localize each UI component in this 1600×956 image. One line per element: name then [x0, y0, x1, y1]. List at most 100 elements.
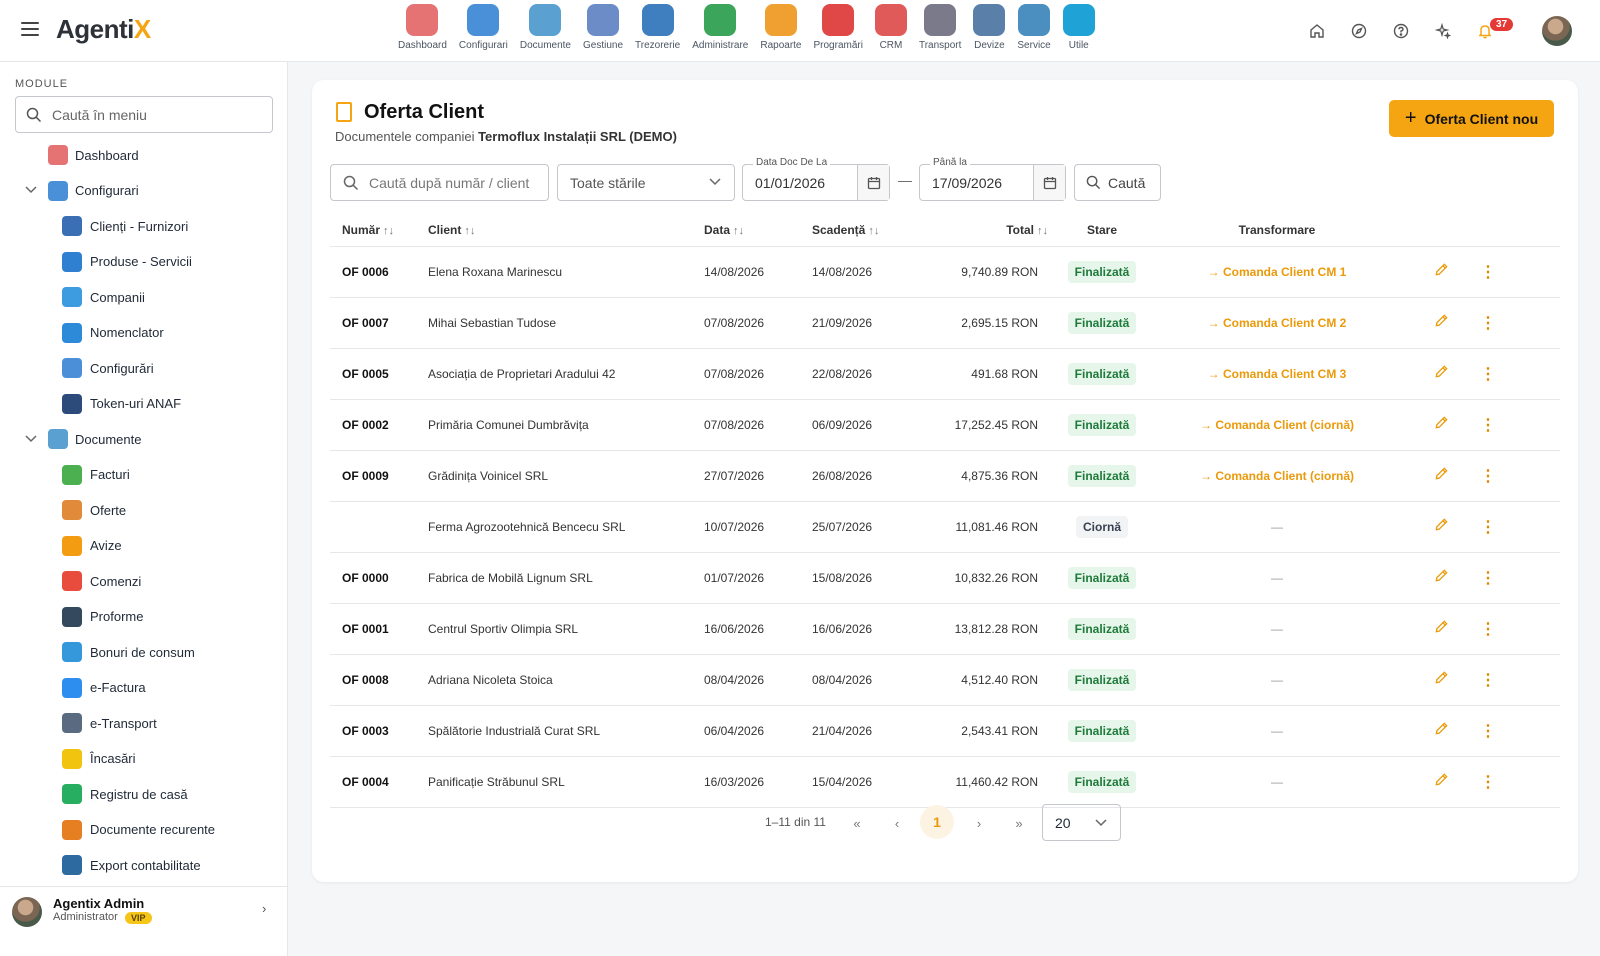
table-row[interactable]: OF 0004 Panificație Străbunul SRL 16/03/20…: [330, 756, 1560, 808]
chevron-down-icon[interactable]: [24, 431, 38, 448]
sidebar-item-proforme[interactable]: Proforme: [0, 602, 288, 632]
sidebar-item-export-contabilitate[interactable]: Export contabilitate: [0, 850, 288, 880]
last-page-icon[interactable]: »: [1006, 810, 1032, 836]
sidebar-item-token-uri-anaf[interactable]: Token-uri ANAF: [0, 389, 288, 419]
status-select[interactable]: Toate stările: [557, 164, 735, 201]
table-row[interactable]: OF 0003 Spălătorie Industrială Curat SRL 0…: [330, 705, 1560, 757]
edit-pencil-icon[interactable]: [1434, 569, 1449, 587]
edit-pencil-icon[interactable]: [1434, 365, 1449, 383]
sidebar-item-e-factura[interactable]: e-Factura: [0, 673, 288, 703]
nav-module-service[interactable]: Service: [1011, 4, 1056, 51]
more-vertical-icon[interactable]: ⋮: [1480, 723, 1496, 740]
edit-pencil-icon[interactable]: [1434, 671, 1449, 689]
nav-module-configurari[interactable]: Configurari: [453, 4, 514, 51]
more-vertical-icon[interactable]: ⋮: [1480, 417, 1496, 434]
table-row[interactable]: OF 0005 Asociația de Proprietari Aradului…: [330, 348, 1560, 400]
user-avatar[interactable]: [1542, 16, 1572, 46]
sidebar-item-comenzi[interactable]: Comenzi: [0, 566, 288, 596]
transform-link[interactable]: → Comanda Client CM 2: [1208, 316, 1347, 330]
menu-toggle-icon[interactable]: [21, 22, 39, 36]
column-header-client[interactable]: Client ↑↓: [428, 214, 704, 247]
date-from-field[interactable]: Data Doc De La: [742, 157, 890, 201]
date-to-field[interactable]: Până la: [919, 157, 1066, 201]
sidebar-item-registru-de-casă[interactable]: Registru de casă: [0, 779, 288, 809]
sparkles-icon[interactable]: [1432, 20, 1454, 42]
sidebar-item-avize[interactable]: Avize: [0, 531, 288, 561]
edit-pencil-icon[interactable]: [1434, 467, 1449, 485]
more-vertical-icon[interactable]: ⋮: [1480, 264, 1496, 281]
sidebar-item-companii[interactable]: Companii: [0, 282, 288, 312]
sidebar-item-dashboard[interactable]: Dashboard: [0, 140, 288, 170]
sidebar-item-încasări[interactable]: Încasări: [0, 744, 288, 774]
nav-module-crm[interactable]: CRM: [869, 4, 913, 51]
next-page-icon[interactable]: ›: [966, 810, 992, 836]
edit-pencil-icon[interactable]: [1434, 263, 1449, 281]
table-row[interactable]: OF 0007 Mihai Sebastian Tudose 07/08/2026 2…: [330, 297, 1560, 349]
sidebar-item-configurari[interactable]: Configurari: [0, 176, 288, 206]
chevron-right-icon[interactable]: ›: [262, 901, 266, 916]
column-header-date[interactable]: Data ↑↓: [704, 214, 812, 247]
table-row[interactable]: OF 0009 Grădinița Voinicel SRL 27/07/2026 2…: [330, 450, 1560, 502]
sidebar-search[interactable]: [15, 96, 273, 133]
edit-pencil-icon[interactable]: [1434, 773, 1449, 791]
app-logo[interactable]: AgentiX: [56, 14, 151, 45]
chevron-down-icon[interactable]: [24, 182, 38, 199]
nav-module-devize[interactable]: Devize: [967, 4, 1011, 51]
home-icon[interactable]: [1306, 20, 1328, 42]
table-row[interactable]: OF 0008 Adriana Nicoleta Stoica 08/04/2026…: [330, 654, 1560, 706]
sidebar-item-facturi[interactable]: Facturi: [0, 460, 288, 490]
column-header-number[interactable]: Număr ↑↓: [330, 214, 428, 247]
table-row[interactable]: OF 0006 Elena Roxana Marinescu 14/08/2026 1…: [330, 246, 1560, 298]
nav-module-utile[interactable]: Utile: [1057, 4, 1101, 51]
search-field[interactable]: [330, 164, 549, 201]
transform-link[interactable]: → Comanda Client (ciornă): [1200, 418, 1354, 432]
nav-module-gestiune[interactable]: Gestiune: [577, 4, 629, 51]
first-page-icon[interactable]: «: [844, 810, 870, 836]
compass-icon[interactable]: [1348, 20, 1370, 42]
more-vertical-icon[interactable]: ⋮: [1480, 621, 1496, 638]
nav-module-administrare[interactable]: Administrare: [686, 4, 754, 51]
more-vertical-icon[interactable]: ⋮: [1480, 468, 1496, 485]
sidebar-item-oferte[interactable]: Oferte: [0, 495, 288, 525]
table-row[interactable]: Ferma Agrozootehnică Bencecu SRL 10/07/20…: [330, 501, 1560, 553]
help-circle-icon[interactable]: [1390, 20, 1412, 42]
sidebar-user-panel[interactable]: Agentix Admin Administrator VIP ›: [0, 886, 288, 956]
nav-module-transport[interactable]: Transport: [913, 4, 967, 51]
nav-module-rapoarte[interactable]: Rapoarte: [754, 4, 807, 51]
sidebar-item-documente[interactable]: Documente: [0, 424, 288, 454]
table-row[interactable]: OF 0000 Fabrica de Mobilă Lignum SRL 01/07…: [330, 552, 1560, 604]
search-input[interactable]: [369, 174, 539, 191]
new-offer-button[interactable]: + Oferta Client nou: [1389, 100, 1554, 137]
previous-page-icon[interactable]: ‹: [884, 810, 910, 836]
sidebar-search-input[interactable]: [52, 106, 252, 123]
page-button-current[interactable]: 1: [920, 805, 954, 839]
edit-pencil-icon[interactable]: [1434, 518, 1449, 536]
edit-pencil-icon[interactable]: [1434, 314, 1449, 332]
sidebar-item-e-transport[interactable]: e-Transport: [0, 708, 288, 738]
calendar-icon[interactable]: [857, 165, 889, 200]
calendar-icon[interactable]: [1033, 165, 1065, 200]
date-from-input[interactable]: [755, 174, 855, 191]
notifications-bell-icon[interactable]: 37: [1474, 18, 1514, 42]
edit-pencil-icon[interactable]: [1434, 416, 1449, 434]
table-row[interactable]: OF 0002 Primăria Comunei Dumbrăvița 07/08/…: [330, 399, 1560, 451]
more-vertical-icon[interactable]: ⋮: [1480, 570, 1496, 587]
nav-module-documente[interactable]: Documente: [514, 4, 577, 51]
more-vertical-icon[interactable]: ⋮: [1480, 366, 1496, 383]
nav-module-trezorerie[interactable]: Trezorerie: [629, 4, 686, 51]
sidebar-item-documente-recurente[interactable]: Documente recurente: [0, 815, 288, 845]
transform-link[interactable]: → Comanda Client CM 1: [1208, 265, 1347, 279]
sidebar-item-clienți-furnizori[interactable]: Clienți - Furnizori: [0, 211, 288, 241]
transform-link[interactable]: → Comanda Client (ciornă): [1200, 469, 1354, 483]
table-row[interactable]: OF 0001 Centrul Sportiv Olimpia SRL 16/06/…: [330, 603, 1560, 655]
sidebar-item-configurări[interactable]: Configurări: [0, 353, 288, 383]
nav-module-dashboard[interactable]: Dashboard: [392, 4, 453, 51]
page-size-select[interactable]: 20: [1042, 804, 1121, 841]
date-to-input[interactable]: [932, 174, 1032, 191]
edit-pencil-icon[interactable]: [1434, 620, 1449, 638]
more-vertical-icon[interactable]: ⋮: [1480, 315, 1496, 332]
nav-module-programări[interactable]: Programări: [808, 4, 869, 51]
more-vertical-icon[interactable]: ⋮: [1480, 774, 1496, 791]
column-header-total[interactable]: Total ↑↓: [930, 214, 1052, 247]
more-vertical-icon[interactable]: ⋮: [1480, 672, 1496, 689]
